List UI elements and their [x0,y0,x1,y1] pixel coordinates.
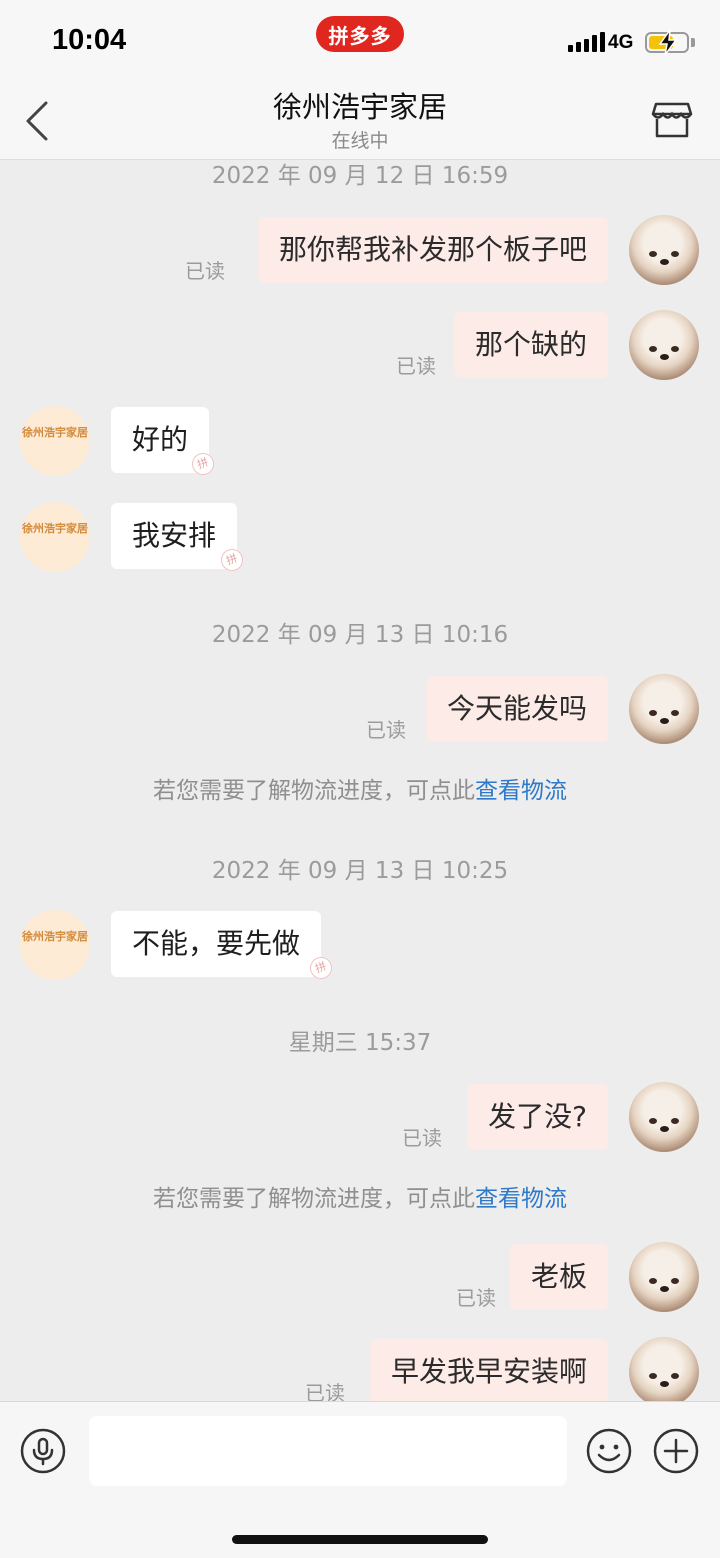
my-avatar[interactable] [629,310,699,380]
my-avatar[interactable] [629,1082,699,1152]
timestamp: 星期三 15:37 [288,1030,432,1056]
message-bubble[interactable]: 那个缺的 [453,312,608,378]
timestamp: 2022 年 09 月 13 日 10:25 [211,858,509,884]
signal-icon [568,32,605,52]
timestamp: 2022 年 09 月 12 日 16:59 [211,163,509,189]
battery-icon [645,29,689,56]
store-button[interactable] [650,98,694,142]
page-title: 徐州浩宇家居 [272,90,447,124]
status-bar: 10:04 拼多多 4G [0,0,720,80]
read-receipt: 已读 [456,1286,496,1310]
status-time: 10:04 [52,24,127,56]
message-bubble[interactable]: 那你帮我补发那个板子吧 [257,217,608,283]
home-indicator [232,1535,488,1544]
emoji-button[interactable] [586,1428,632,1474]
network-type: 4G [608,32,634,53]
message-bubble[interactable]: 今天能发吗 [425,676,608,742]
read-receipt: 已读 [185,259,225,283]
my-avatar[interactable] [629,215,699,285]
microphone-icon [20,1428,66,1474]
store-icon [651,102,693,138]
message-bubble[interactable]: 不能，要先做 [111,911,322,977]
online-status: 在线中 [331,130,389,152]
my-avatar[interactable] [629,1337,699,1401]
view-logistics-link[interactable]: 查看物流 [475,778,567,804]
message-bubble[interactable]: 发了没? [467,1084,608,1150]
logistics-hint: 若您需要了解物流进度，可点此查看物流 [153,778,567,804]
timestamp: 2022 年 09 月 13 日 10:16 [211,622,509,648]
more-button[interactable] [653,1428,699,1474]
read-receipt: 已读 [402,1126,442,1150]
my-avatar[interactable] [629,1242,699,1312]
shop-avatar[interactable]: 徐州浩宇家居 [20,502,90,572]
read-receipt: 已读 [366,718,406,742]
plus-icon [653,1428,699,1474]
composer-bar [0,1401,720,1558]
chat-area[interactable]: 2022 年 09 月 12 日 16:59 已读 那你帮我补发那个板子吧 已读… [0,160,720,1401]
message-bubble[interactable]: 我安排 [111,503,238,569]
app-badge: 拼多多 [316,16,404,52]
message-bubble[interactable]: 老板 [509,1244,608,1310]
message-input[interactable] [89,1416,567,1486]
shop-avatar[interactable]: 徐州浩宇家居 [20,406,90,476]
message-bubble[interactable]: 早发我早安装啊 [369,1339,608,1401]
read-receipt: 已读 [396,354,436,378]
logistics-hint: 若您需要了解物流进度，可点此查看物流 [153,1186,567,1212]
read-receipt: 已读 [305,1381,345,1401]
shop-avatar[interactable]: 徐州浩宇家居 [20,910,90,980]
emoji-icon [586,1428,632,1474]
battery-tip [691,38,695,47]
my-avatar[interactable] [629,674,699,744]
nav-bar: 徐州浩宇家居 在线中 [0,80,720,160]
view-logistics-link[interactable]: 查看物流 [475,1186,567,1212]
voice-button[interactable] [20,1428,66,1474]
